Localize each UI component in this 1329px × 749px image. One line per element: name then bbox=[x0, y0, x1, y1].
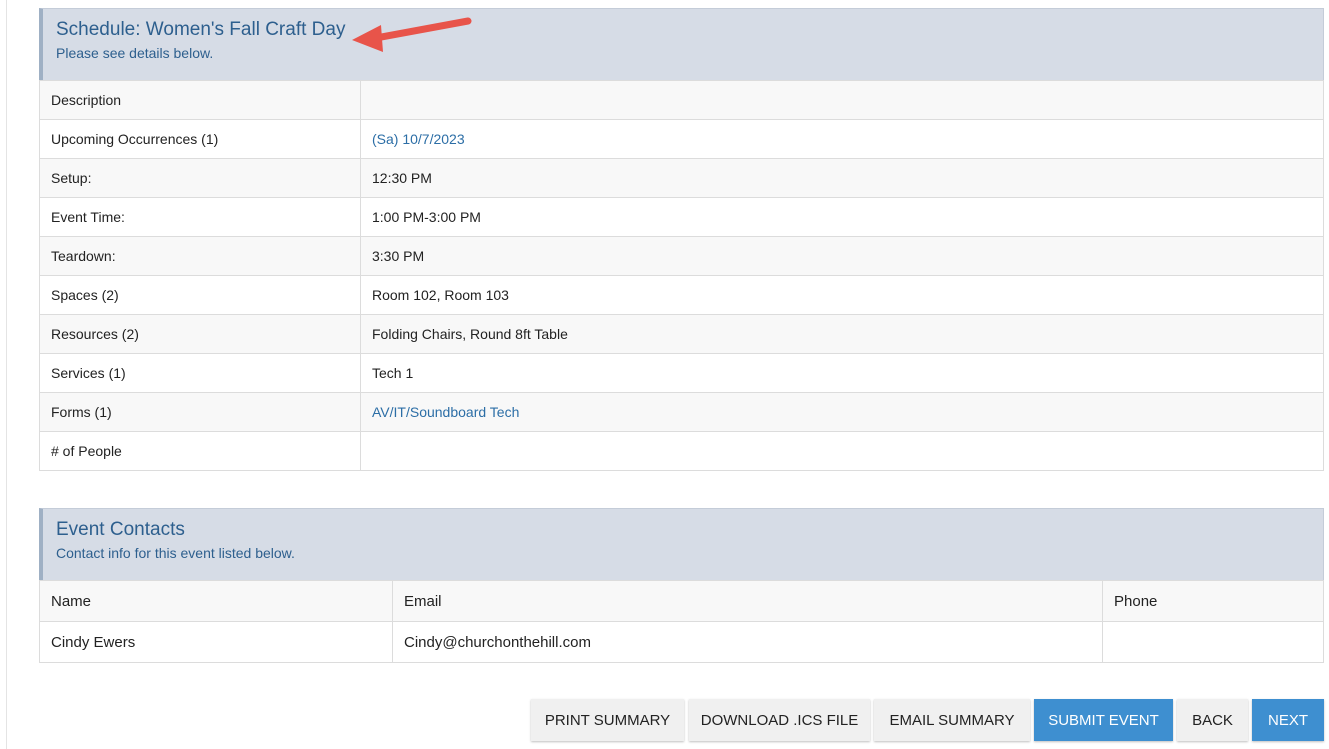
table-row: Cindy Ewers Cindy@churchonthehill.com bbox=[39, 621, 1324, 663]
row-value: Tech 1 bbox=[360, 353, 1324, 393]
schedule-details-table: Description Upcoming Occurrences (1) (Sa… bbox=[39, 80, 1324, 471]
row-value: 3:30 PM bbox=[360, 236, 1324, 276]
submit-event-button[interactable]: SUBMIT EVENT bbox=[1034, 699, 1173, 741]
row-label: Upcoming Occurrences (1) bbox=[39, 119, 361, 159]
form-link[interactable]: AV/IT/Soundboard Tech bbox=[372, 404, 519, 420]
contacts-table: Name Email Phone Cindy Ewers Cindy@churc… bbox=[39, 580, 1324, 663]
table-row: Upcoming Occurrences (1) (Sa) 10/7/2023 bbox=[39, 119, 1324, 159]
row-label: Forms (1) bbox=[39, 392, 361, 432]
row-value bbox=[360, 80, 1324, 120]
print-summary-button[interactable]: PRINT SUMMARY bbox=[531, 699, 684, 741]
contact-name: Cindy Ewers bbox=[39, 621, 393, 663]
table-row: Event Time: 1:00 PM-3:00 PM bbox=[39, 197, 1324, 237]
contact-email: Cindy@churchonthehill.com bbox=[392, 621, 1103, 663]
column-header-email: Email bbox=[392, 580, 1103, 622]
row-value bbox=[360, 431, 1324, 471]
row-value: 1:00 PM-3:00 PM bbox=[360, 197, 1324, 237]
red-arrow-icon bbox=[352, 17, 472, 52]
table-row: Resources (2) Folding Chairs, Round 8ft … bbox=[39, 314, 1324, 354]
table-row: Forms (1) AV/IT/Soundboard Tech bbox=[39, 392, 1324, 432]
download-ics-button[interactable]: DOWNLOAD .ICS FILE bbox=[689, 699, 870, 741]
row-value: Folding Chairs, Round 8ft Table bbox=[360, 314, 1324, 354]
table-row: Setup: 12:30 PM bbox=[39, 158, 1324, 198]
back-button[interactable]: BACK bbox=[1177, 699, 1248, 741]
page-left-border bbox=[6, 0, 7, 749]
table-row: Services (1) Tech 1 bbox=[39, 353, 1324, 393]
table-header-row: Name Email Phone bbox=[39, 580, 1324, 622]
row-value: 12:30 PM bbox=[360, 158, 1324, 198]
row-value: Room 102, Room 103 bbox=[360, 275, 1324, 315]
row-label: Description bbox=[39, 80, 361, 120]
table-row: Teardown: 3:30 PM bbox=[39, 236, 1324, 276]
contacts-title: Event Contacts bbox=[56, 519, 185, 540]
table-row: # of People bbox=[39, 431, 1324, 471]
table-row: Description bbox=[39, 80, 1324, 120]
occurrence-link[interactable]: (Sa) 10/7/2023 bbox=[372, 131, 465, 147]
contacts-subtitle: Contact info for this event listed below… bbox=[56, 545, 295, 561]
row-label: Resources (2) bbox=[39, 314, 361, 354]
email-summary-button[interactable]: EMAIL SUMMARY bbox=[874, 699, 1030, 741]
column-header-name: Name bbox=[39, 580, 393, 622]
row-label: Teardown: bbox=[39, 236, 361, 276]
row-label: Event Time: bbox=[39, 197, 361, 237]
contacts-header: Event Contacts Contact info for this eve… bbox=[39, 508, 1324, 581]
next-button[interactable]: NEXT bbox=[1252, 699, 1324, 741]
column-header-phone: Phone bbox=[1102, 580, 1324, 622]
contact-phone bbox=[1102, 621, 1324, 663]
table-row: Spaces (2) Room 102, Room 103 bbox=[39, 275, 1324, 315]
row-label: Spaces (2) bbox=[39, 275, 361, 315]
row-label: Services (1) bbox=[39, 353, 361, 393]
row-label: # of People bbox=[39, 431, 361, 471]
row-label: Setup: bbox=[39, 158, 361, 198]
